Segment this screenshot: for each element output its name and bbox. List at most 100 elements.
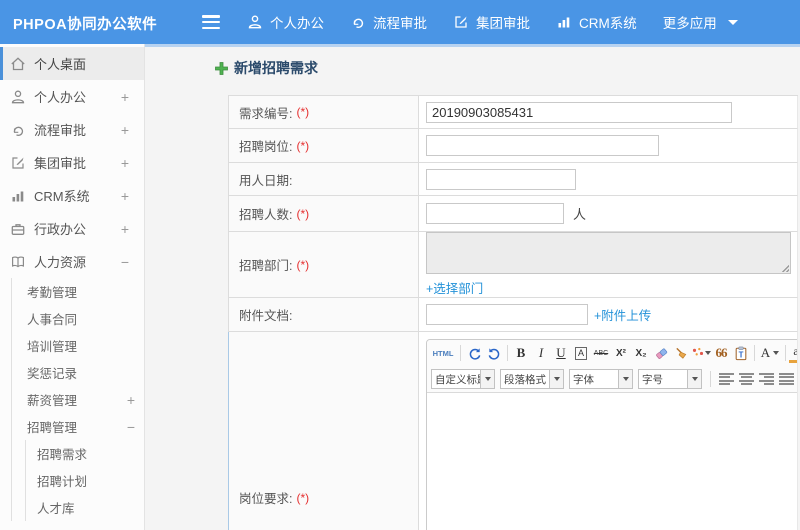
format-brush-button[interactable] [671,344,691,363]
sidebar-item-recruit-plan[interactable]: 招聘计划 [26,467,144,494]
sidebar-item-group-approval[interactable]: 集团审批 + [0,146,144,179]
sidebar-item-attendance[interactable]: 考勤管理 [12,278,144,305]
subscript-button[interactable]: X₂ [631,344,651,363]
caret-down-icon [773,351,780,355]
expand-plus-icon[interactable]: + [121,89,129,105]
nav-personal-office[interactable]: 个人办公 [247,12,324,32]
department-textarea[interactable] [426,232,791,274]
sidebar-item-hr[interactable]: 人力资源 − [0,245,144,278]
sidebar-item-workflow-approval[interactable]: 流程审批 + [0,113,144,146]
paragraph-format-select[interactable]: 段落格式 [500,369,564,389]
collapse-minus-icon[interactable]: − [121,254,129,270]
attachment-input[interactable] [426,304,588,325]
required-marker: (*) [296,490,310,505]
form-row-requirement: 岗位要求: (*) HTML B I U A ABC X² X₂ 66 T A … [228,332,798,530]
caret-down-icon [549,370,563,388]
rich-text-editor: HTML B I U A ABC X² X₂ 66 T A 自定义标 段落格式 … [426,339,797,530]
sidebar-item-training[interactable]: 培训管理 [12,332,144,359]
editor-content-area[interactable] [427,393,797,530]
undo-button[interactable] [464,344,484,363]
blockquote-button[interactable]: 66 [711,344,731,363]
sidebar-item-crm[interactable]: CRM系统 + [0,179,144,212]
sidebar-item-salary[interactable]: 薪资管理 + [12,386,144,413]
field-label: 招聘岗位: [239,140,293,154]
workflow-icon [353,18,364,28]
select-department-link[interactable]: +选择部门 [426,278,483,297]
caret-down-icon [727,19,738,25]
underline-button[interactable]: U [551,344,571,363]
font-color-button[interactable]: A [758,344,782,363]
nav-more-apps[interactable]: 更多应用 [663,12,738,32]
char-border-button[interactable]: A [571,344,591,363]
superscript-button[interactable]: X² [611,344,631,363]
autoformat-button[interactable] [691,344,711,363]
date-input[interactable] [426,168,576,190]
editor-toolbar-row1: HTML B I U A ABC X² X₂ 66 T A [427,340,797,366]
paste-button[interactable]: T [731,344,751,363]
sidebar-item-talent-pool[interactable]: 人才库 [26,494,144,521]
sidebar-item-recruit-demand[interactable]: 招聘需求 [26,440,144,467]
user-icon [11,90,25,103]
app-header: PHPOA协同办公软件 个人办公 流程审批 集团审批 CRM系统 更多应用 [0,0,800,44]
field-label: 附件文档: [239,309,293,323]
top-nav: 个人办公 流程审批 集团审批 CRM系统 更多应用 [247,0,738,44]
broom-icon [675,347,686,359]
expand-plus-icon[interactable]: + [121,188,129,204]
sidebar-recruit-submenu: 招聘需求 招聘计划 人才库 [25,440,144,521]
strikethrough-button[interactable]: ABC [591,344,611,363]
eraser-icon [655,347,667,359]
form-row-count: 招聘人数: (*) 人 [228,196,798,232]
sidebar: 个人桌面 个人办公 + 流程审批 + 集团审批 + CRM系统 + 行政办公 +… [0,44,145,530]
sidebar-item-personal-office[interactable]: 个人办公 + [0,80,144,113]
recruit-demand-form: 需求编号:(*) 招聘岗位:(*) 用人日期: 招聘人数:(*) 人 招聘部门:… [228,95,798,530]
user-icon [248,15,262,29]
nav-crm[interactable]: CRM系统 [556,12,637,32]
eraser-button[interactable] [651,344,671,363]
bold-button[interactable]: B [511,344,531,363]
collapse-minus-icon[interactable]: − [127,419,135,435]
undo-icon [469,347,480,360]
font-size-select[interactable]: 字号 [638,369,702,389]
italic-button[interactable]: I [531,344,551,363]
heading-select[interactable]: 自定义标题 [431,369,495,389]
align-center-button[interactable] [739,372,754,386]
edit-icon [455,16,467,28]
nav-workflow-approval[interactable]: 流程审批 [350,12,427,32]
sidebar-item-rewards[interactable]: 奖惩记录 [12,359,144,386]
expand-plus-icon[interactable]: + [121,155,129,171]
required-marker: (*) [296,105,310,119]
font-family-select[interactable]: 字体 [569,369,633,389]
required-marker: (*) [296,138,310,153]
form-row-position: 招聘岗位: (*) [228,129,798,163]
required-marker: (*) [296,206,310,221]
app-logo: PHPOA协同办公软件 [13,17,158,33]
sidebar-item-admin-office[interactable]: 行政办公 + [0,212,144,245]
hamburger-menu-icon[interactable] [202,15,220,29]
count-input[interactable] [426,203,564,224]
header-accent-strip [145,44,800,47]
html-source-button[interactable]: HTML [429,344,457,363]
align-left-button[interactable] [719,372,734,386]
field-label: 招聘部门: [239,259,293,273]
expand-plus-icon[interactable]: + [127,392,135,408]
book-icon [12,256,24,267]
add-plus-icon [215,61,228,75]
sidebar-item-desktop[interactable]: 个人桌面 [0,47,144,80]
sidebar-item-recruit-mgmt[interactable]: 招聘管理 − [12,413,144,440]
home-icon [11,56,25,70]
field-label: 需求编号: [239,106,293,121]
expand-plus-icon[interactable]: + [121,221,129,237]
form-row-attachment: 附件文档: +附件上传 [228,298,798,332]
attachment-upload-link[interactable]: +附件上传 [594,305,651,324]
sidebar-item-hr-contract[interactable]: 人事合同 [12,305,144,332]
bg-color-button[interactable]: a [789,344,797,363]
page-title-bar: 新增招聘需求 [215,58,318,78]
req-no-input[interactable] [426,101,732,123]
expand-plus-icon[interactable]: + [121,122,129,138]
position-input[interactable] [426,135,659,156]
nav-group-approval[interactable]: 集团审批 [453,12,530,32]
redo-button[interactable] [484,344,504,363]
align-right-button[interactable] [759,372,774,386]
align-justify-button[interactable] [779,372,794,386]
required-marker: (*) [296,257,310,272]
